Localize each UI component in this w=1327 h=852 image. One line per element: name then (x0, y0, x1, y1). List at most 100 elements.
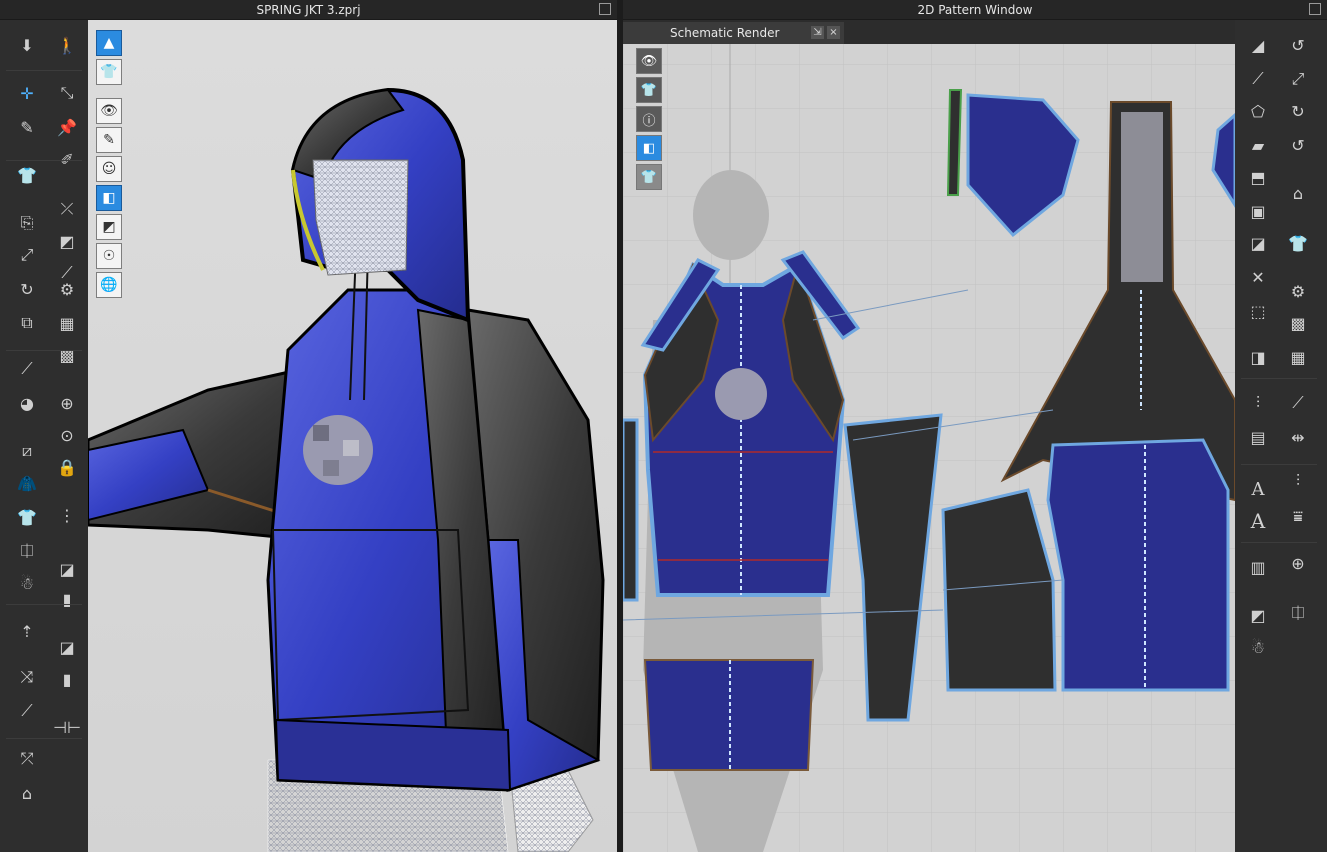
show-avatar-icon[interactable]: ▲ (96, 30, 122, 56)
shirt-arrow-icon[interactable]: ⇡ (14, 618, 40, 644)
curve-icon[interactable]: ↻ (1285, 98, 1311, 124)
viewport-3d[interactable]: ▲ 👕 👁 ✎ ☺ ◧ ◩ ☉ 🌐 (88, 20, 617, 852)
edit-point-icon[interactable]: ⟋ (1245, 66, 1271, 92)
needle-icon[interactable]: ⟋ (14, 356, 40, 382)
maximize-2d-button[interactable] (1309, 3, 1321, 15)
eye-garment-icon[interactable]: 👁 (636, 48, 662, 74)
shirt-icon[interactable]: 👕 (1285, 230, 1311, 256)
fold-arrangement-icon[interactable]: ⤡ (54, 80, 80, 106)
gift-icon[interactable]: ⎅ (14, 538, 40, 564)
text-tool-a[interactable]: A (1245, 476, 1271, 502)
layer-icon[interactable]: ⧄ (14, 438, 40, 464)
pattern-front-panel[interactable] (1046, 438, 1230, 692)
measure-icon[interactable]: ⇹ (1285, 424, 1311, 450)
avatar-walk-icon[interactable]: 🚶 (54, 32, 80, 58)
thick-view-icon[interactable]: ◩ (96, 214, 122, 240)
avatar-icon[interactable]: ☃ (1245, 634, 1271, 660)
texture-icon[interactable]: ▮ (54, 666, 80, 692)
trace-icon[interactable]: ✕ (1245, 264, 1271, 290)
mesh-view-icon[interactable]: 🌐 (96, 272, 122, 298)
maximize-3d-button[interactable] (599, 3, 611, 15)
topstitch-icon[interactable]: ◪ (54, 556, 80, 582)
shirt-icon[interactable]: 👕 (14, 504, 40, 530)
avatar-pose-icon[interactable]: ☃ (14, 570, 40, 596)
checker-icon[interactable]: ▩ (54, 342, 80, 368)
align-icon[interactable]: ⊣⊢ (53, 714, 81, 740)
notch-icon[interactable]: ⬚ (1245, 298, 1271, 324)
pattern-2d-window[interactable]: Schematic Render ⇲ × 👁 👕 ⓘ ◧ 👕 (623, 20, 1235, 852)
arrow-down-icon[interactable]: ⬇ (14, 32, 40, 58)
zipper-icon[interactable]: ⋮ (54, 502, 80, 528)
xray-icon[interactable]: ☉ (96, 243, 122, 269)
toolbar-divider (6, 350, 82, 351)
free-sewing-icon[interactable]: ⟋ (1285, 390, 1311, 416)
avatar-measure-icon[interactable]: ⧉ (14, 310, 40, 336)
lock-garment-icon[interactable]: 👕 (636, 164, 662, 190)
stitch-icon[interactable]: ⩸ (1285, 504, 1311, 530)
sewing-icon[interactable]: ⤨ (14, 664, 40, 690)
add-point-icon[interactable]: ⤢ (1285, 66, 1311, 92)
brush-icon[interactable]: ✎ (14, 114, 40, 140)
toolbar-divider (6, 70, 82, 71)
checker-icon[interactable]: ▦ (1285, 344, 1311, 370)
pattern-partial-left[interactable] (623, 418, 639, 602)
tape-icon[interactable]: ▤ (1245, 424, 1271, 450)
gradient-icon[interactable]: ▮ (54, 586, 80, 612)
eye-garment-icon[interactable]: 👁 (96, 98, 122, 124)
transform-pattern-icon[interactable]: ◢ (1245, 32, 1271, 58)
garment-icon[interactable]: 👕 (14, 162, 40, 188)
pattern-grid-icon[interactable]: ▩ (1285, 310, 1311, 336)
puckering-icon[interactable]: ◪ (54, 634, 80, 660)
button-icon[interactable]: ⊕ (54, 390, 80, 416)
texture-view-icon[interactable]: ◧ (96, 185, 122, 211)
polygon-icon[interactable]: ⬠ (1245, 98, 1271, 124)
fabric-brush-icon[interactable]: ✐ (54, 146, 80, 172)
buttonhole-icon[interactable]: ⊙ (54, 422, 80, 448)
pin-icon[interactable]: 📌 (54, 114, 80, 140)
shirt-edit-icon[interactable]: ⎘ (14, 210, 40, 236)
ruler-icon[interactable]: ⟋ (14, 698, 40, 724)
fit-map-icon[interactable]: ⚙ (54, 276, 80, 302)
info-icon[interactable]: ⓘ (636, 106, 662, 132)
texture-icon[interactable]: ◧ (636, 135, 662, 161)
pattern-facing[interactable] (946, 89, 963, 196)
gift-icon[interactable]: ⎅ (1285, 600, 1311, 626)
tack-icon[interactable]: ⤫ (54, 196, 80, 222)
shape-icon[interactable]: ◩ (54, 228, 80, 254)
zipper-icon[interactable]: ▥ (1245, 554, 1271, 580)
text-tool-b[interactable]: A (1245, 508, 1271, 534)
measure-icon[interactable]: ⤢ (14, 242, 40, 268)
internal-polygon-icon[interactable]: ⬒ (1245, 164, 1271, 190)
select-move-icon[interactable]: ✛ (14, 80, 40, 106)
segment-sewing-icon[interactable]: ⫶ (1245, 390, 1271, 416)
eye-avatar-icon[interactable]: ☺ (96, 156, 122, 182)
edit-curve-icon[interactable]: ↺ (1285, 32, 1311, 58)
viewport-3d-titlebar: SPRING JKT 3.zprj (0, 0, 617, 20)
tab-close-button[interactable]: × (827, 26, 840, 39)
symmetry-icon[interactable]: ◩ (1245, 602, 1271, 628)
trim-icon[interactable]: ⤱ (14, 746, 40, 772)
fold-icon[interactable]: ⚙ (1285, 278, 1311, 304)
hanger-icon[interactable]: ↻ (14, 276, 40, 302)
lock-icon[interactable]: 🔒 (54, 454, 80, 480)
eye-brush-icon[interactable]: ✎ (96, 127, 122, 153)
iron-icon[interactable]: ⌂ (1285, 180, 1311, 206)
fold-arrangement-icon[interactable]: ◨ (1245, 344, 1271, 370)
internal-rectangle-icon[interactable]: ▣ (1245, 198, 1271, 224)
tab-pin-button[interactable]: ⇲ (811, 26, 824, 39)
circle-icon[interactable]: ↺ (1285, 132, 1311, 158)
gown-icon[interactable]: ⌂ (14, 780, 40, 806)
pattern-grid-icon[interactable]: ▦ (54, 310, 80, 336)
add-garment-icon[interactable]: ⊕ (1285, 550, 1311, 576)
app-window: SPRING JKT 3.zprj 2D Pattern Window ⬇ 🚶 … (0, 0, 1327, 852)
tab-schematic-render[interactable]: Schematic Render ⇲ × (623, 22, 844, 44)
jacket-icon[interactable]: 🧥 (14, 470, 40, 496)
rotate-icon[interactable]: ◕ (14, 390, 40, 416)
show-garment-icon[interactable]: 👕 (636, 77, 662, 103)
avatar-head-wire (313, 160, 408, 275)
rectangle-icon[interactable]: ▰ (1245, 132, 1271, 158)
topstitch-icon[interactable]: ⫶ (1285, 468, 1311, 494)
pattern-canvas (623, 20, 1235, 852)
dart-icon[interactable]: ◪ (1245, 230, 1271, 256)
show-garment-icon[interactable]: 👕 (96, 59, 122, 85)
